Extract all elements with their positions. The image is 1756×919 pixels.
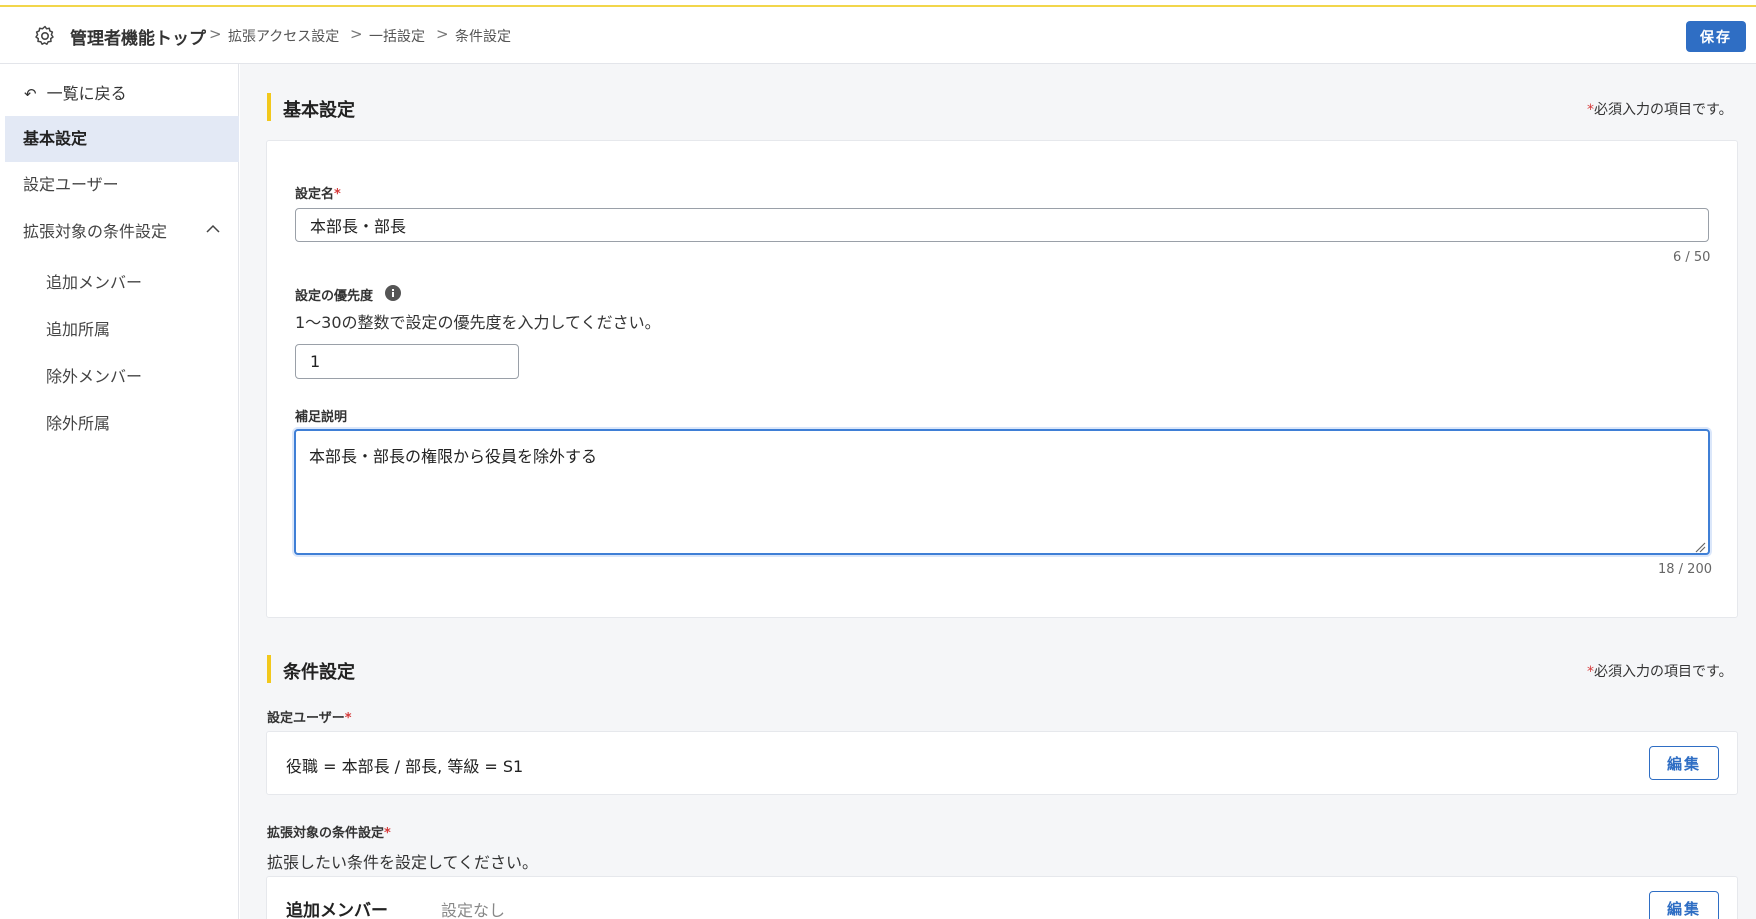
save-button[interactable]: 保存 (1686, 21, 1746, 52)
edit-users-button[interactable]: 編集 (1649, 746, 1719, 780)
sidebar-sub-add-dept[interactable]: 追加所属 (46, 316, 110, 340)
header: 管理者機能トップ > 拡張アクセス設定 > 一括設定 > 条件設定 保存 (0, 7, 1756, 64)
setting-name-input[interactable] (295, 208, 1709, 242)
section-accent-bar (267, 655, 271, 683)
note-label: 補足説明 (295, 410, 348, 425)
priority-label: 設定の優先度 (295, 289, 374, 304)
top-accent-line (0, 0, 1756, 7)
sidebar-sub-add-member[interactable]: 追加メンバー (46, 269, 142, 293)
breadcrumb-bulk-settings[interactable]: 一括設定 (369, 26, 425, 46)
sidebar-item-basic[interactable]: 基本設定 (5, 116, 239, 162)
section-title-basic: 基本設定 (267, 93, 355, 122)
section-title-conditions: 条件設定 (267, 655, 355, 684)
sidebar-item-conditions[interactable]: 拡張対象の条件設定 (5, 209, 239, 255)
sidebar: ↶ 一覧に戻る 基本設定 設定ユーザー 拡張対象の条件設定 追加メンバー 追加所属… (0, 64, 239, 919)
breadcrumb-separator: > (436, 25, 449, 43)
note-textarea[interactable]: 本部長・部長の権限から役員を除外する (294, 429, 1710, 555)
setting-name-label: 設定名* (295, 187, 341, 202)
chevron-up-icon[interactable] (205, 224, 221, 234)
add-member-label: 追加メンバー (286, 901, 388, 919)
priority-input[interactable] (295, 344, 519, 379)
info-icon[interactable] (385, 285, 401, 301)
edit-add-member-button[interactable]: 編集 (1649, 891, 1719, 919)
target-label: 拡張対象の条件設定* (267, 826, 391, 841)
required-note: *必須入力の項目です。 (1587, 664, 1733, 680)
back-to-list-link[interactable]: ↶ 一覧に戻る (24, 80, 127, 104)
undo-arrow-icon: ↶ (24, 85, 37, 103)
required-note: *必須入力の項目です。 (1587, 102, 1733, 118)
section-accent-bar (267, 93, 271, 121)
sidebar-sub-exclude-dept[interactable]: 除外所属 (46, 410, 110, 434)
add-member-value: 設定なし (441, 901, 506, 919)
breadcrumb-separator: > (209, 25, 222, 43)
breadcrumb-separator: > (350, 25, 363, 43)
breadcrumb-admin-top[interactable]: 管理者機能トップ (70, 24, 206, 49)
gear-icon (35, 25, 54, 45)
sidebar-sub-exclude-member[interactable]: 除外メンバー (46, 363, 142, 387)
resize-handle-icon[interactable] (1694, 541, 1706, 553)
users-label: 設定ユーザー* (267, 711, 352, 726)
sidebar-item-users[interactable]: 設定ユーザー (5, 162, 239, 208)
note-counter: 18 / 200 (1658, 562, 1712, 577)
back-label: 一覧に戻る (46, 84, 127, 103)
breadcrumb-extended-access[interactable]: 拡張アクセス設定 (228, 26, 339, 46)
target-description: 拡張したい条件を設定してください。 (267, 853, 539, 872)
setting-name-counter: 6 / 50 (1673, 250, 1711, 265)
users-condition-text: 役職 = 本部長 / 部長, 等級 = S1 (286, 757, 524, 776)
breadcrumb-current: 条件設定 (455, 29, 511, 45)
priority-description: 1〜30の整数で設定の優先度を入力してください。 (295, 313, 661, 332)
